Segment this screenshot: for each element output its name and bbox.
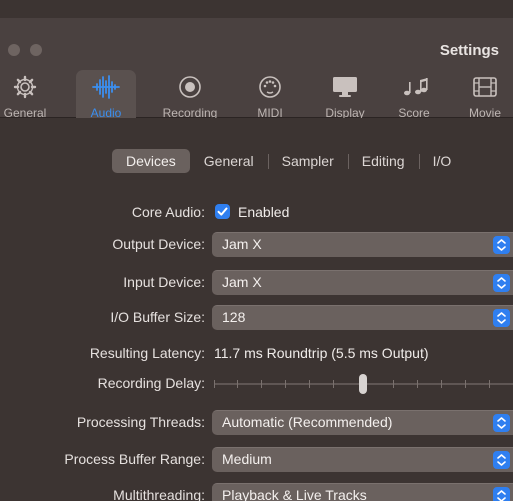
chevron-updown-icon <box>493 236 510 254</box>
slider-tick <box>417 380 418 388</box>
output-device-value: Jam X <box>222 236 262 252</box>
process-buffer-range-value: Medium <box>222 451 272 467</box>
film-icon <box>472 70 498 104</box>
window-control-zoom[interactable] <box>8 44 20 56</box>
row-resulting-latency: Resulting Latency: 11.7 ms Roundtrip (5.… <box>0 341 513 367</box>
core-audio-enabled-label[interactable]: Enabled <box>238 204 289 220</box>
slider-tick <box>285 380 286 388</box>
io-buffer-size-value: 128 <box>222 309 246 325</box>
multithreading-popup[interactable]: Playback & Live Tracks <box>212 483 513 501</box>
row-recording-delay: Recording Delay: <box>0 371 513 397</box>
slider-tick <box>393 380 394 388</box>
input-device-label: Input Device: <box>123 274 205 290</box>
recording-delay-slider[interactable] <box>214 374 513 394</box>
row-input-device: Input Device: Jam X <box>0 270 513 296</box>
input-device-value: Jam X <box>222 274 262 290</box>
tab-bar: Devices General Sampler Editing I/O <box>0 118 513 200</box>
title-bar: Settings General Audio Recording MIDI Di… <box>0 18 513 132</box>
process-buffer-range-label: Process Buffer Range: <box>64 451 205 467</box>
slider-tick <box>333 380 334 388</box>
tab-devices[interactable]: Devices <box>112 149 190 173</box>
input-device-popup[interactable]: Jam X <box>212 270 513 295</box>
recording-delay-label: Recording Delay: <box>97 375 205 391</box>
music-notes-icon <box>400 70 428 104</box>
slider-tick <box>489 380 490 388</box>
output-device-label: Output Device: <box>112 236 205 252</box>
resulting-latency-value: 11.7 ms Roundtrip (5.5 ms Output) <box>214 345 429 361</box>
settings-window: Settings General Audio Recording MIDI Di… <box>0 0 513 501</box>
row-multithreading: Multithreading: Playback & Live Tracks <box>0 483 513 501</box>
display-icon <box>331 70 359 104</box>
row-io-buffer-size: I/O Buffer Size: 128 <box>0 305 513 331</box>
checkmark-icon <box>217 207 228 216</box>
record-icon <box>178 70 202 104</box>
multithreading-value: Playback & Live Tracks <box>222 487 367 501</box>
window-title: Settings <box>439 42 499 59</box>
resulting-latency-label: Resulting Latency: <box>89 345 205 361</box>
core-audio-checkbox[interactable] <box>215 204 230 219</box>
waveform-icon <box>91 70 121 104</box>
chevron-updown-icon <box>493 274 510 292</box>
processing-threads-value: Automatic (Recommended) <box>222 414 393 430</box>
midi-port-icon <box>258 70 282 104</box>
process-buffer-range-popup[interactable]: Medium <box>212 447 513 472</box>
recording-delay-slider-knob[interactable] <box>359 374 367 394</box>
window-control-minimize[interactable] <box>30 44 42 56</box>
tab-sampler[interactable]: Sampler <box>267 149 348 173</box>
row-processing-threads: Processing Threads: Automatic (Recommend… <box>0 410 513 436</box>
output-device-popup[interactable]: Jam X <box>212 232 513 257</box>
row-process-buffer-range: Process Buffer Range: Medium <box>0 447 513 473</box>
slider-tick <box>441 380 442 388</box>
segmented-tabs: Devices General Sampler Editing I/O <box>112 149 465 173</box>
chevron-updown-icon <box>493 451 510 469</box>
tab-io[interactable]: I/O <box>418 149 466 173</box>
row-output-device: Output Device: Jam X <box>0 232 513 258</box>
processing-threads-label: Processing Threads: <box>76 414 205 430</box>
slider-tick <box>261 380 262 388</box>
core-audio-label: Core Audio: <box>131 204 205 220</box>
row-core-audio: Core Audio: Enabled <box>0 200 513 226</box>
chevron-updown-icon <box>493 309 510 327</box>
multithreading-label: Multithreading: <box>113 487 205 501</box>
chevron-updown-icon <box>493 414 510 432</box>
slider-tick <box>214 380 215 388</box>
tab-editing[interactable]: Editing <box>347 149 419 173</box>
slider-tick <box>309 380 310 388</box>
chevron-updown-icon <box>493 487 510 501</box>
io-buffer-size-popup[interactable]: 128 <box>212 305 513 330</box>
io-buffer-size-label: I/O Buffer Size: <box>110 309 205 325</box>
slider-tick <box>465 380 466 388</box>
processing-threads-popup[interactable]: Automatic (Recommended) <box>212 410 513 435</box>
slider-tick <box>237 380 238 388</box>
tab-general[interactable]: General <box>190 149 268 173</box>
gear-icon <box>13 70 37 104</box>
